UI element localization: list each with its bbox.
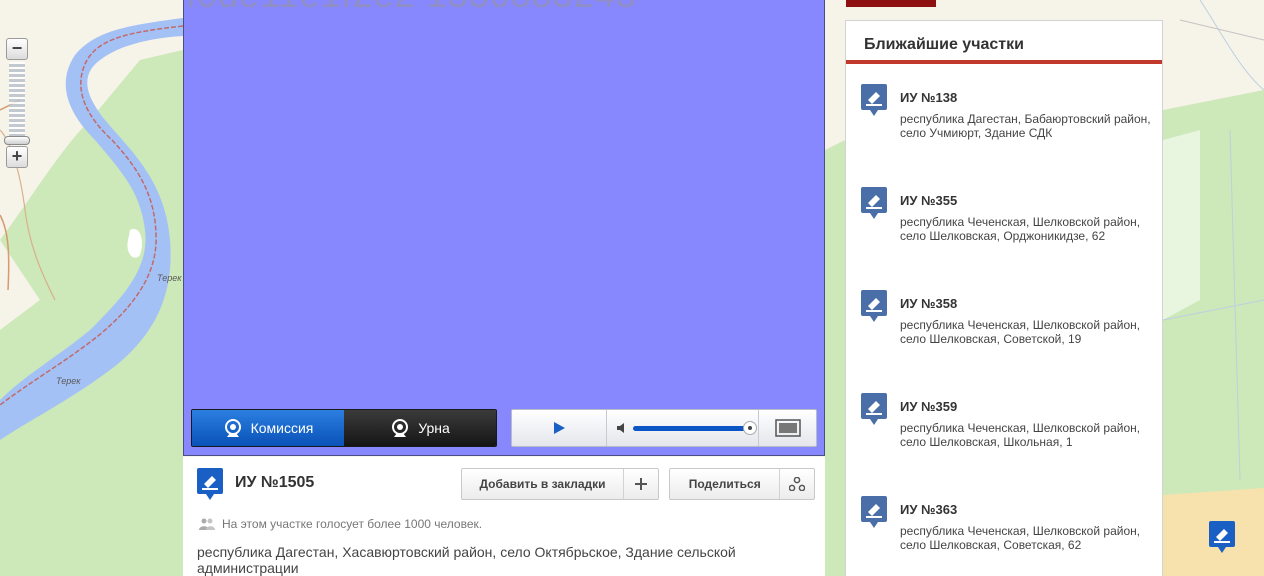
zoom-slider-track[interactable] [9,62,25,144]
river-label: Терек [56,376,81,386]
station-info-panel: ИУ №1505 Добавить в закладки Поделиться … [183,457,825,576]
polling-station-marker-icon [196,467,224,506]
zoom-out-button[interactable]: − [6,38,28,60]
map-marker-icon[interactable] [1208,520,1236,554]
tab-commission-camera[interactable]: Комиссия [192,410,344,446]
share-icon [780,469,814,499]
nearby-station-address: республика Чеченская, Шелковской район, … [900,524,1141,552]
fullscreen-button[interactable] [759,410,816,446]
header-accent-strip [846,0,936,7]
share-button[interactable]: Поделиться [669,468,815,500]
tab-label: Урна [418,420,450,436]
nearby-station-address: республика Чеченская, Шелковской район, … [900,318,1141,346]
add-bookmark-button[interactable]: Добавить в закладки [461,468,659,500]
polling-station-marker-icon [860,186,888,225]
video-timestamp-overlay: f0de11e1f2e2 1330883243 [186,0,637,16]
station-address: республика Дагестан, Хасавюртовский райо… [197,544,736,576]
speaker-icon[interactable] [617,423,627,433]
video-player[interactable]: f0de11e1f2e2 1330883243 Комиссия Урна [183,0,825,456]
zoom-in-button[interactable]: + [6,146,28,168]
play-button[interactable] [512,410,607,446]
nearby-station-title[interactable]: ИУ №363 [900,502,957,517]
add-bookmark-label: Добавить в закладки [462,469,624,499]
nearby-station-address: республика Дагестан, Бабаюртовский район… [900,112,1151,140]
nearby-station-title[interactable]: ИУ №359 [900,399,957,414]
player-controls [511,409,817,447]
polling-station-marker-icon [860,83,888,122]
river-label: Терек [157,273,182,283]
nearby-stations-sidebar: Ближайшие участки ИУ №138 республика Даг… [845,20,1163,576]
nearby-station-address: республика Чеченская, Шелковской район, … [900,215,1141,243]
nearby-station-address: республика Чеченская, Шелковской район, … [900,421,1141,449]
volume-control[interactable] [607,410,759,446]
polling-station-marker-icon [860,289,888,328]
nearby-station-title[interactable]: ИУ №358 [900,296,957,311]
play-icon [554,422,565,434]
webcam-icon [224,419,241,437]
share-label: Поделиться [670,469,781,499]
tab-label: Комиссия [250,420,314,436]
sidebar-title: Ближайшие участки [846,21,1162,64]
polling-station-marker-icon [860,392,888,431]
plus-icon [624,469,658,499]
zoom-control[interactable]: − + [4,38,30,168]
station-title: ИУ №1505 [235,474,315,491]
volume-slider[interactable] [633,420,757,435]
users-icon [199,518,215,530]
nearby-station-title[interactable]: ИУ №355 [900,193,957,208]
webcam-icon [392,419,409,437]
nearby-station-title[interactable]: ИУ №138 [900,90,957,105]
voters-note: На этом участке голосует более 1000 чело… [199,517,482,531]
polling-station-marker-icon [860,495,888,534]
zoom-slider-handle[interactable] [4,136,30,145]
camera-tabs: Комиссия Урна [191,409,497,447]
tab-ballot-box-camera[interactable]: Урна [344,410,496,446]
voters-note-text: На этом участке голосует более 1000 чело… [222,517,483,531]
fullscreen-icon [774,419,801,437]
volume-slider-handle[interactable] [743,420,757,435]
